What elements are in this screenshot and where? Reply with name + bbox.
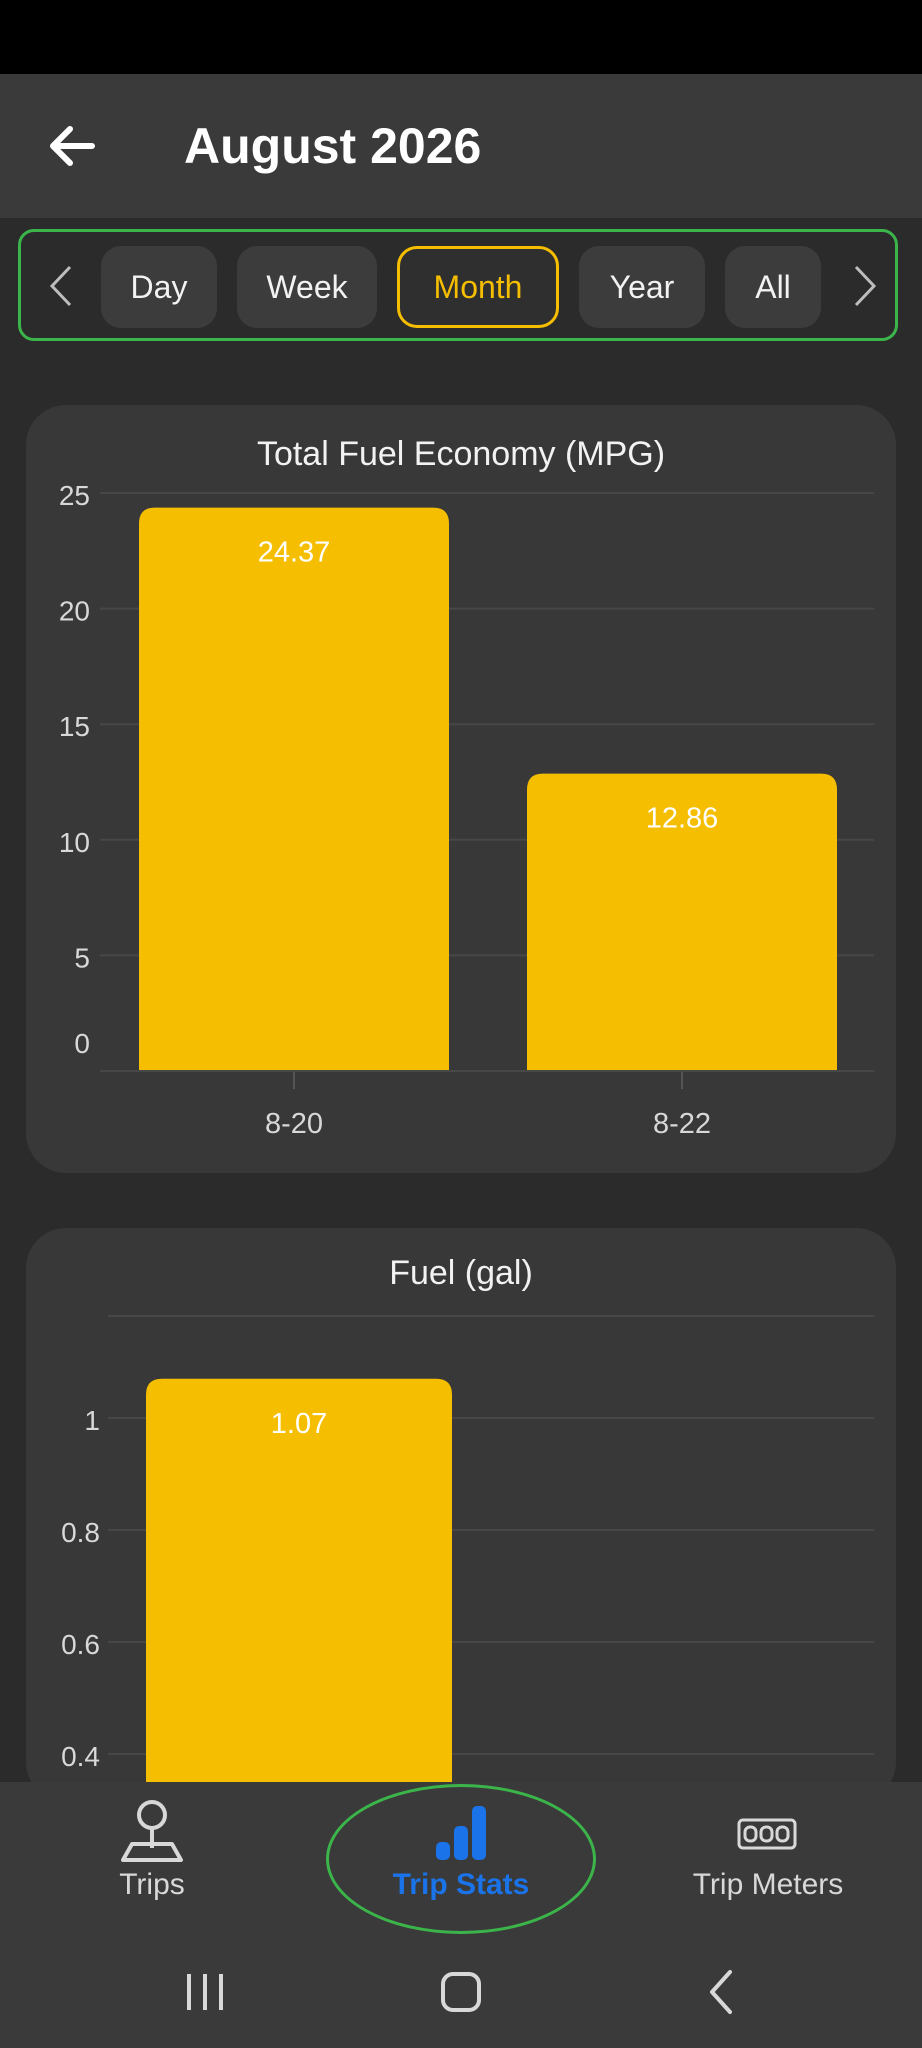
home-button[interactable]: [421, 1962, 501, 2022]
arrow-left-icon: [50, 126, 95, 166]
back-button[interactable]: [40, 114, 104, 178]
nav-label: Trips: [119, 1868, 185, 1901]
status-bar: [0, 0, 922, 74]
fuel-bar-chart: 1 0.8 0.6 0.4 1.07: [61, 1315, 874, 1802]
y-tick-label: 20: [59, 596, 90, 627]
chevron-right-icon: [854, 265, 877, 307]
scroll-left-button[interactable]: [41, 258, 81, 314]
y-tick-label: 25: [59, 480, 90, 511]
y-tick-label: 10: [59, 827, 90, 858]
bar: [139, 507, 449, 1071]
nav-label: Trip Meters: [692, 1868, 844, 1901]
recents-button[interactable]: [165, 1962, 245, 2022]
pin-icon: [121, 1800, 183, 1862]
tab-all[interactable]: All: [725, 246, 821, 328]
system-back-button[interactable]: [681, 1962, 761, 2022]
tab-year[interactable]: Year: [579, 246, 705, 328]
bar-value-label: 1.07: [271, 1408, 327, 1440]
app-header: August 2026: [0, 74, 922, 218]
bar-value-label: 24.37: [258, 537, 331, 569]
y-tick-label: 15: [59, 711, 90, 742]
home-icon: [441, 1972, 481, 2012]
nav-trips[interactable]: Trips: [86, 1800, 218, 1902]
period-selector: Day Week Month Year All: [18, 229, 898, 341]
bottom-navigation: Trips Trip Stats Trip Meters: [0, 1782, 922, 2048]
y-tick-label: 5: [74, 942, 90, 973]
y-tick-label: 1: [84, 1405, 100, 1436]
odometer-icon: [737, 1818, 797, 1850]
mpg-chart-card: Total Fuel Economy (MPG) 25 20 15 10 5 0 24.37…: [26, 405, 896, 1173]
back-icon: [710, 1970, 732, 2014]
scroll-right-button[interactable]: [845, 258, 885, 314]
mpg-bar-chart: 25 20 15 10 5 0 24.37 8-20 12.86 8-22: [59, 480, 874, 1140]
fuel-chart-card: Fuel (gal) 1 0.8 0.6 0.4 1.07: [26, 1228, 896, 1802]
y-tick-label: 0: [74, 1028, 90, 1059]
y-tick-label: 0.8: [61, 1517, 100, 1548]
y-tick-label: 0.6: [61, 1629, 100, 1660]
recents-icon: [187, 1974, 223, 2010]
nav-trip-meters[interactable]: Trip Meters: [664, 1800, 872, 1902]
chevron-left-icon: [49, 265, 72, 307]
bar-chart-icon: [436, 1806, 486, 1860]
bar: [146, 1378, 452, 1802]
bar-value-label: 12.86: [646, 803, 719, 835]
nav-trip-stats[interactable]: Trip Stats: [361, 1800, 561, 1902]
x-tick-label: 8-22: [653, 1108, 711, 1140]
tab-month[interactable]: Month: [397, 246, 559, 328]
x-tick-label: 8-20: [265, 1108, 323, 1140]
tab-day[interactable]: Day: [101, 246, 217, 328]
page-title: August 2026: [184, 118, 482, 174]
nav-label: Trip Stats: [392, 1868, 530, 1901]
tab-week[interactable]: Week: [237, 246, 377, 328]
y-tick-label: 0.4: [61, 1741, 100, 1772]
